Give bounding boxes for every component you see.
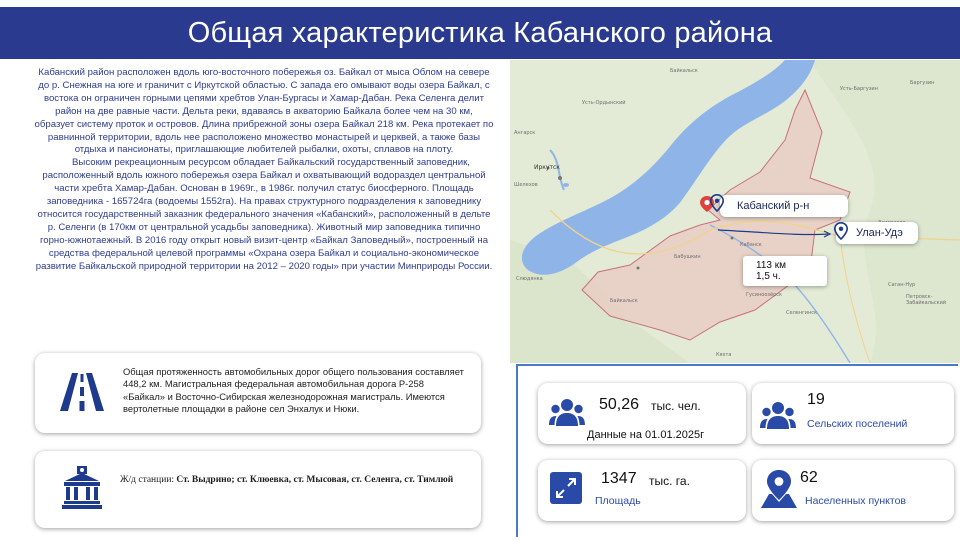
road-icon	[60, 373, 104, 411]
stat-populated-places: 62 Населенных пунктов	[752, 460, 954, 521]
map-label-slyudyanka: Слюдянка	[516, 276, 543, 282]
places-value: 62	[800, 469, 818, 486]
callout-ulan-ude-label: Улан-Удэ	[856, 227, 903, 239]
map-pin-icon	[710, 194, 724, 212]
area-label: Площадь	[595, 495, 641, 507]
map-label-barguzin: Баргузин	[910, 80, 935, 86]
callout-distance: 113 км 1,5 ч.	[743, 256, 827, 286]
rail-text: Ж/д станции: Ст. Выдрино; ст. Клюевка, с…	[120, 473, 470, 487]
map-label-kyakhta: Кяхта	[716, 352, 732, 358]
people-icon	[760, 402, 796, 429]
stat-population: 50,26 тыс. чел. Данные на 01.01.2025г	[538, 383, 746, 444]
map-pin-icon	[834, 222, 848, 240]
rail-card: Ж/д станции: Ст. Выдрино; ст. Клюевка, с…	[35, 451, 481, 528]
rail-stations: Ст. Выдрино; ст. Клюевка, ст. Мысовая, с…	[176, 475, 454, 485]
population-value: 50,26	[599, 396, 640, 413]
map-label-angarsk: Ангарск	[514, 130, 536, 136]
callout-kabansky[interactable]: Кабанский р-н	[720, 195, 848, 217]
map-label-baikalsk-north: Байкальск	[670, 68, 698, 74]
map-label-petrovsk: Петровск-Забайкальский	[906, 294, 947, 306]
map-label-ust-barguzin: Усть-Баргузин	[840, 86, 878, 92]
rail-label: Ж/д станции:	[120, 475, 175, 485]
roads-text: Общая протяженность автомобильных дорог …	[123, 366, 464, 414]
distance-time: 1,5 ч.	[756, 271, 781, 282]
railway-station-icon	[62, 466, 102, 509]
map-label-selenginsk: Селенгинск	[786, 310, 818, 316]
district-description: Кабанский район расположен вдоль юго-вос…	[34, 67, 494, 319]
people-icon	[549, 399, 585, 426]
callout-ulan-ude[interactable]: Улан-Удэ	[836, 222, 918, 244]
page-title: Общая характеристика Кабанского района	[187, 16, 773, 49]
roads-card: Общая протяженность автомобильных дорог …	[35, 353, 481, 433]
callout-kabansky-label: Кабанский р-н	[737, 200, 810, 212]
map-label-sagan-nur: Саган-Нур	[888, 282, 916, 288]
population-note: Данные на 01.01.2025г	[587, 429, 705, 441]
places-label: Населенных пунктов	[805, 495, 906, 507]
map-label-baikalsk: Байкальск	[610, 298, 638, 304]
title-bar: Общая характеристика Кабанского района	[0, 7, 960, 59]
area-unit: тыс. га.	[649, 474, 690, 488]
rural-value: 19	[807, 391, 825, 408]
map-label-irkutsk: Иркутск	[534, 164, 560, 171]
expand-arrows-icon	[550, 472, 582, 504]
stat-rural-settlements: 19 Сельских поселений	[752, 383, 954, 444]
description-paragraph-2: Высоким рекреационным ресурсом обладает …	[35, 157, 493, 272]
stat-area: 1347 тыс. га. Площадь	[538, 460, 746, 521]
distance-km: 113 км	[756, 260, 786, 271]
description-paragraph-1: Кабанский район расположен вдоль юго-вос…	[34, 67, 494, 156]
map-label-gusinoozersk: Гусиноозёрск	[746, 292, 783, 298]
map-label-ust-ordynsky: Усть-Ордынский	[582, 100, 626, 106]
map-pin-icon	[761, 470, 797, 508]
rural-label: Сельских поселений	[807, 418, 908, 430]
area-value: 1347	[601, 470, 637, 487]
map-label-shelekhov: Шелехов	[514, 182, 538, 188]
map-label-babushkin: Бабушкин	[674, 254, 701, 260]
map-label-kabansk: Кабанск	[740, 242, 762, 248]
population-unit: тыс. чел.	[651, 399, 701, 413]
